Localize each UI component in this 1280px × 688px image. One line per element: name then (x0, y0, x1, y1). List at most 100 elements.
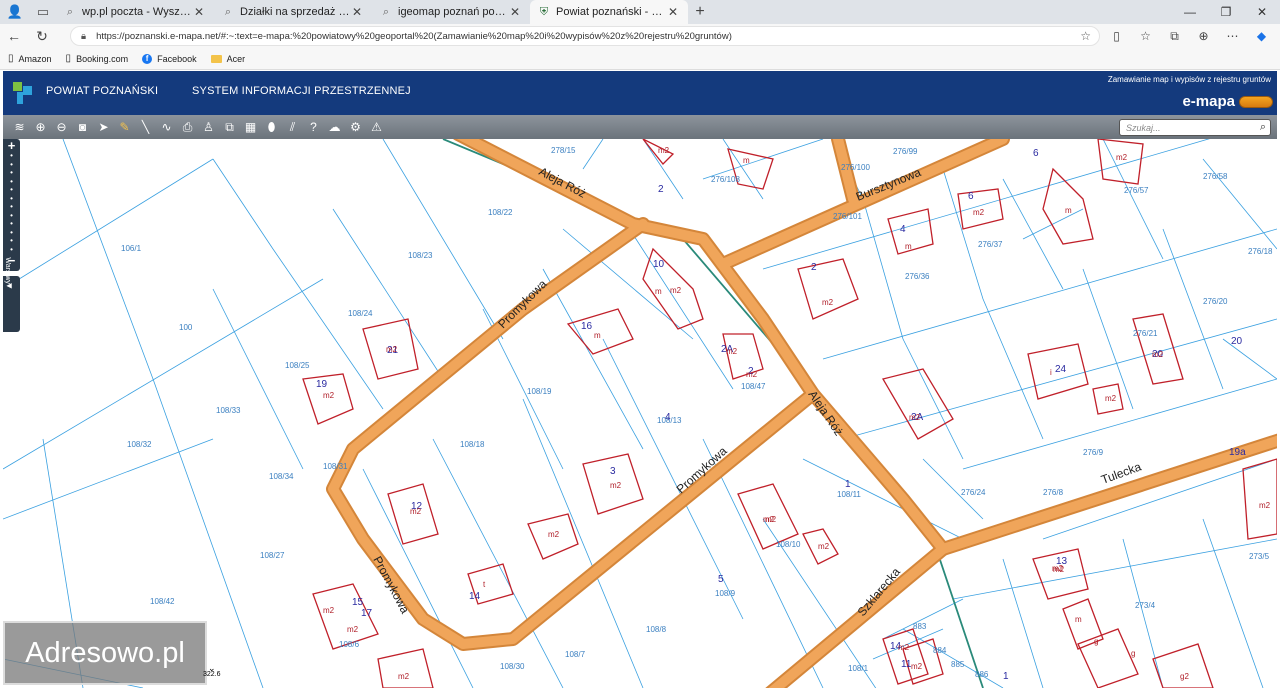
parcel-number-label: 276/99 (893, 147, 918, 156)
search-icon[interactable]: ⌕ (1260, 121, 1266, 134)
bookmark-amazon[interactable]: ▯ Amazon (8, 53, 52, 64)
extensions-icon[interactable]: ⊕ (1189, 29, 1218, 43)
zoom-in-icon[interactable]: ⊕ (30, 117, 51, 137)
building-label: m2 (1116, 153, 1128, 162)
search-icon: ⌕ (66, 5, 74, 18)
bookmark-acer[interactable]: Acer (210, 54, 245, 64)
grid-icon[interactable]: ▦ (240, 117, 261, 137)
warning-icon[interactable]: ⚠ (366, 117, 387, 137)
url-field[interactable]: 🔒︎ https://poznanski.e-mapa.net/#:~:text… (70, 26, 1100, 46)
building-label: m (655, 287, 662, 296)
browser-toolbar-right: ▯ ☆ ⧉ ⊕ ⋯ ◆ (1102, 24, 1276, 48)
parcel-number-label: 276/100 (841, 163, 870, 172)
layers-panel-tab[interactable]: ▶ Warstwy (3, 257, 20, 332)
facebook-icon: f (142, 53, 153, 64)
parcel-number-label: 885 (951, 660, 965, 669)
bookmark-facebook[interactable]: f Facebook (142, 53, 197, 64)
parcel-number-label: 276/108 (711, 175, 740, 184)
parcel-number-label: 884 (933, 646, 947, 655)
menu-icon[interactable]: ⋯ (1218, 29, 1247, 43)
back-icon[interactable]: ← (0, 28, 28, 44)
copilot-icon[interactable]: ◆ (1247, 29, 1276, 43)
measure-line-icon[interactable]: ╲ (135, 117, 156, 137)
print-icon[interactable]: ⎙ (177, 117, 198, 137)
building-label: m (905, 242, 912, 251)
zoom-control[interactable]: + • • • • • • • • • • • • − (3, 139, 20, 271)
parcel-number-label: 108/18 (460, 440, 485, 449)
parcel-number-label: 273/4 (1135, 601, 1156, 610)
building-label: m2 (898, 643, 910, 652)
folder-icon (210, 54, 222, 63)
search-input[interactable]: Szukaj... ⌕ (1119, 119, 1271, 136)
zoom-out-icon[interactable]: ⊖ (51, 117, 72, 137)
lock-icon[interactable]: 🔒︎ (81, 31, 86, 42)
browser-tab-4[interactable]: ⛨ Powiat poznański - System Informa... ✕ (530, 0, 688, 24)
search-icon: ⌕ (224, 5, 232, 18)
collections-icon[interactable]: ⧉ (1160, 29, 1189, 44)
reload-icon[interactable]: ↻ (28, 28, 56, 45)
close-icon[interactable]: ✕ (192, 5, 206, 19)
house-number-label: 10 (653, 259, 665, 270)
building-label: m2 (386, 345, 398, 354)
layers-icon[interactable]: ≋ (9, 117, 30, 137)
house-number-label: 1 (845, 479, 851, 490)
bookmark-label: Facebook (157, 53, 197, 64)
house-number-label: 1 (1003, 671, 1009, 682)
close-icon[interactable]: ✕ (350, 5, 364, 19)
parcel-number-label: 108/11 (837, 490, 861, 499)
select-arrow-icon[interactable]: ➤ (93, 117, 114, 137)
house-number-label: 6 (1033, 148, 1039, 159)
street-view-icon[interactable]: ♙ (198, 117, 219, 137)
copy-icon[interactable]: ⧉ (219, 117, 240, 137)
favorites-icon[interactable]: ☆ (1131, 29, 1160, 43)
help-icon[interactable]: ? (303, 117, 324, 137)
parcel-number-label: 276/37 (978, 240, 1003, 249)
house-number-label: 6 (968, 191, 974, 202)
browser-tab-1[interactable]: ⌕ wp.pl poczta - Wyszukaj ✕ (56, 0, 214, 24)
bookmark-label: Booking.com (76, 53, 129, 64)
tab-title: wp.pl poczta - Wyszukaj (82, 6, 192, 18)
close-window-icon[interactable]: ✕ (1244, 5, 1280, 19)
minimize-icon[interactable]: — (1172, 5, 1208, 19)
parcel-icon[interactable]: ⬮ (261, 117, 282, 137)
map-view[interactable]: Aleja Róż Bursztynowa Promykowa Promykowa Al… (3, 118, 1277, 688)
parcel-number-label: 108/19 (527, 387, 552, 396)
hatch-icon[interactable]: ⫽ (282, 117, 303, 137)
zoom-slider[interactable]: • • • • • • • • • • • • (3, 151, 20, 254)
building-label: m2 (1259, 501, 1271, 510)
parcel-number-label: 108/32 (127, 440, 152, 449)
parcel-number-label: 108/6 (339, 640, 360, 649)
maximize-icon[interactable]: ❐ (1208, 5, 1244, 19)
tab-title: igeomap poznań powiat - Wyszukaj (398, 6, 508, 18)
parcel-number-label: 276/36 (905, 272, 930, 281)
brand-badge-icon (1239, 96, 1273, 108)
scale-label: 322.6 (203, 671, 221, 678)
pencil-icon[interactable]: ✎ (114, 117, 135, 137)
favorite-star-icon[interactable]: ☆ (1080, 29, 1091, 43)
tab-title: Działki na sprzedaż Gowarzewo gm... (240, 6, 350, 18)
cadastral-map[interactable]: Aleja Róż BursztynowaPromykowaPromykowaAl… (3, 118, 1277, 688)
settings-icon[interactable]: ⚙ (345, 117, 366, 137)
zoom-extent-icon[interactable]: ◙ (72, 117, 93, 137)
building-label: g (1094, 637, 1098, 646)
browser-tab-3[interactable]: ⌕ igeomap poznań powiat - Wyszukaj ✕ (372, 0, 530, 24)
bookmark-booking[interactable]: ▯ Booking.com (66, 53, 129, 64)
new-tab-icon[interactable]: + (688, 3, 712, 21)
parcel-number-label: 108/34 (269, 472, 294, 481)
parcel-number-label: 273/5 (1249, 552, 1270, 561)
tab-actions-icon[interactable]: ▭ (37, 4, 49, 20)
browser-tab-2[interactable]: ⌕ Działki na sprzedaż Gowarzewo gm... ✕ (214, 0, 372, 24)
building-label: m2 (818, 542, 830, 551)
powiat-favicon-icon: ⛨ (539, 5, 549, 18)
close-icon[interactable]: ✕ (666, 5, 680, 19)
measure-area-icon[interactable]: ∿ (156, 117, 177, 137)
parcel-number-label: 108/33 (216, 406, 241, 415)
split-screen-icon[interactable]: ▯ (1102, 29, 1131, 43)
house-number-label: 2 (658, 184, 664, 195)
cloud-icon[interactable]: ☁ (324, 117, 345, 137)
order-link[interactable]: Zamawianie map i wypisów z rejestru grun… (1108, 75, 1271, 84)
parcel-number-label: 108/42 (150, 597, 175, 606)
close-icon[interactable]: ✕ (508, 5, 522, 19)
profile-icon[interactable]: 👤 (7, 4, 23, 20)
parcel-number-label: 276/20 (1203, 297, 1228, 306)
